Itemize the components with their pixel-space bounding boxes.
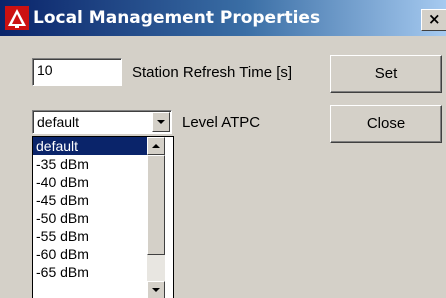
- dropdown-options: default -35 dBm -40 dBm -45 dBm -50 dBm -55 d…: [33, 137, 147, 281]
- dropdown-option[interactable]: -40 dBm: [33, 173, 147, 191]
- dropdown-option[interactable]: -55 dBm: [33, 227, 147, 245]
- arrow-down-icon: [152, 288, 160, 292]
- level-atpc-selected-value: default: [37, 114, 80, 130]
- dropdown-option[interactable]: -65 dBm: [33, 263, 147, 281]
- chevron-down-icon: [157, 120, 165, 124]
- level-atpc-combo[interactable]: default: [32, 110, 172, 134]
- dropdown-option[interactable]: -45 dBm: [33, 191, 147, 209]
- close-button[interactable]: Close: [330, 105, 442, 143]
- dropdown-option[interactable]: default: [33, 137, 147, 155]
- close-icon: ×: [428, 10, 441, 28]
- window-title: Local Management Properties: [33, 8, 321, 28]
- dropdown-option[interactable]: -35 dBm: [33, 155, 147, 173]
- dropdown-option[interactable]: -60 dBm: [33, 245, 147, 263]
- level-atpc-label: Level ATPC: [182, 114, 261, 131]
- scroll-up-button[interactable]: [147, 137, 165, 155]
- warning-triangle-logo-icon: [5, 6, 29, 30]
- title-bar[interactable]: Local Management Properties ×: [0, 0, 446, 36]
- set-button[interactable]: Set: [330, 55, 442, 93]
- refresh-time-input[interactable]: 10: [32, 58, 122, 86]
- level-atpc-dropdown-list: default -35 dBm -40 dBm -45 dBm -50 dBm -55 d…: [32, 136, 174, 298]
- arrow-up-icon: [152, 144, 160, 148]
- refresh-time-label: Station Refresh Time [s]: [132, 64, 293, 81]
- combo-dropdown-button[interactable]: [152, 112, 170, 132]
- dropdown-option[interactable]: -50 dBm: [33, 209, 147, 227]
- scroll-thumb[interactable]: [147, 155, 165, 255]
- scroll-down-button[interactable]: [147, 281, 165, 298]
- window-close-button[interactable]: ×: [421, 9, 446, 31]
- dropdown-scrollbar[interactable]: [147, 137, 165, 298]
- properties-dialog: Local Management Properties × 10 Station…: [0, 0, 446, 298]
